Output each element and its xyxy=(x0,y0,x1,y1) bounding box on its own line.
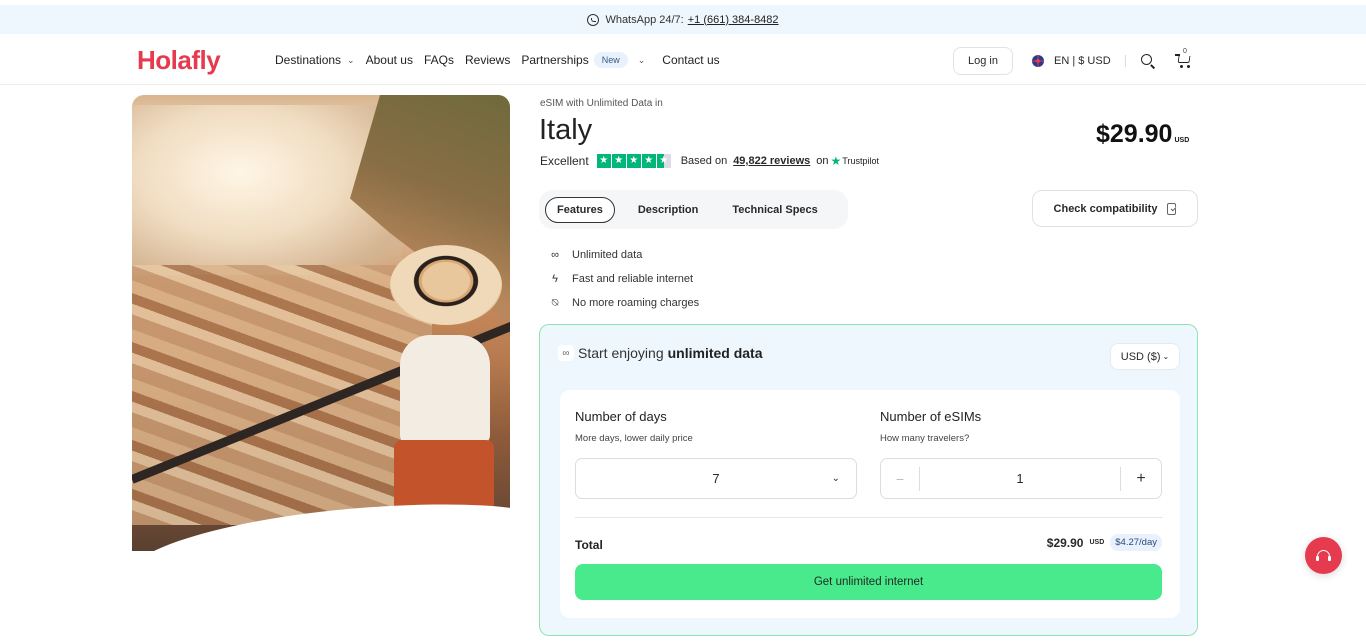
purchase-card: ∞ Start enjoying unlimited data USD ($) … xyxy=(539,324,1198,636)
cart-icon[interactable]: 0 xyxy=(1175,48,1191,68)
heading-prefix: Start enjoying xyxy=(578,345,664,361)
esims-subtitle: How many travelers? xyxy=(880,433,970,444)
product-price: $29.90 USD xyxy=(1096,120,1189,149)
infinity-icon: ∞ xyxy=(558,345,574,361)
days-subtitle: More days, lower daily price xyxy=(575,433,693,444)
main-navigation: Holafly Destinations ⌄ About us FAQs Rev… xyxy=(0,35,1366,85)
feature-label: No more roaming charges xyxy=(572,297,700,309)
whatsapp-phone-link[interactable]: +1 (661) 384-8482 xyxy=(688,14,779,26)
chevron-down-icon: ⌄ xyxy=(637,54,646,65)
nav-item-label: About us xyxy=(365,53,413,67)
decrement-button[interactable]: − xyxy=(881,471,919,487)
nav-item-label: Contact us xyxy=(662,53,720,67)
price-value: $29.90 xyxy=(1096,120,1173,148)
trustpilot-star-icon: ★ xyxy=(830,154,842,168)
nav-item-about-us[interactable]: About us xyxy=(366,53,413,67)
search-icon[interactable] xyxy=(1141,54,1152,65)
product-tabs: Features Description Technical Specs xyxy=(539,190,848,229)
rating-label: Excellent xyxy=(540,154,589,168)
days-title: Number of days xyxy=(575,409,667,424)
holafly-logo[interactable]: Holafly xyxy=(137,45,221,76)
currency-select[interactable]: USD ($) ⌄ xyxy=(1110,343,1180,370)
trustpilot-logo: on ★ Trustpilot xyxy=(816,154,879,168)
total-price: $29.90 USD $4.27/day xyxy=(1047,534,1162,551)
nav-item-reviews[interactable]: Reviews xyxy=(465,53,510,67)
star-icon: ★ xyxy=(611,154,626,168)
nav-item-label: FAQs xyxy=(423,53,454,67)
nav-item-label: Partnerships xyxy=(521,53,589,67)
login-button[interactable]: Log in xyxy=(953,47,1013,75)
feature-item: ⍉ No more roaming charges xyxy=(547,291,699,315)
whatsapp-label: WhatsApp 24/7: xyxy=(605,13,684,26)
nav-menu: Destinations ⌄ About us FAQs Reviews Par… xyxy=(275,35,731,85)
based-on-label: Based on xyxy=(680,155,728,167)
nav-item-label: Reviews xyxy=(464,53,511,67)
phone-check-icon xyxy=(1167,202,1177,215)
nav-item-destinations[interactable]: Destinations ⌄ xyxy=(275,53,355,67)
get-unlimited-internet-button[interactable]: Get unlimited internet xyxy=(575,564,1162,600)
days-select[interactable]: 7 ⌄ xyxy=(575,458,857,499)
feature-label: Fast and reliable internet xyxy=(572,273,694,285)
language-currency-selector[interactable]: EN | $ USD xyxy=(1032,47,1111,75)
check-compatibility-label: Check compatibility xyxy=(1053,202,1158,215)
esims-title: Number of eSIMs xyxy=(880,409,982,424)
total-label: Total xyxy=(575,538,603,552)
no-roaming-icon: ⍉ xyxy=(551,296,559,309)
increment-button[interactable]: + xyxy=(1121,470,1161,488)
product-subtitle: eSIM with Unlimited Data in xyxy=(540,98,663,109)
divider xyxy=(575,517,1163,518)
tab-technical-specs[interactable]: Technical Specs xyxy=(721,198,828,222)
infinity-icon: ∞ xyxy=(551,249,559,261)
announcement-bar: WhatsApp 24/7: +1 (661) 384-8482 xyxy=(0,5,1366,34)
purchase-heading: ∞ Start enjoying unlimited data xyxy=(558,345,763,361)
uk-flag-icon xyxy=(1032,55,1044,67)
star-icon: ★ xyxy=(626,154,641,168)
on-label: on xyxy=(816,155,829,167)
nav-item-label: Destinations xyxy=(275,53,342,67)
trustpilot-rating: Excellent ★ ★ ★ ★ ★ Based on 49,822 revi… xyxy=(540,154,879,168)
total-price-value: $29.90 xyxy=(1046,535,1084,550)
new-badge: New xyxy=(593,52,628,68)
tab-description[interactable]: Description xyxy=(627,198,710,222)
support-chat-button[interactable] xyxy=(1305,537,1342,574)
feature-list: ∞ Unlimited data ϟ Fast and reliable int… xyxy=(547,243,699,315)
chevron-down-icon: ⌄ xyxy=(347,54,355,65)
purchase-form: Number of days More days, lower daily pr… xyxy=(560,390,1180,618)
nav-item-faqs[interactable]: FAQs xyxy=(424,53,454,67)
nav-item-partnerships[interactable]: Partnerships New ⌄ xyxy=(521,52,645,68)
star-icon: ★ xyxy=(596,154,611,168)
currency-select-value: USD ($) xyxy=(1120,350,1161,363)
days-value: 7 xyxy=(712,471,720,486)
esims-quantity-stepper: − 1 + xyxy=(880,458,1162,499)
total-currency: USD xyxy=(1089,539,1105,546)
feature-item: ∞ Unlimited data xyxy=(547,243,699,267)
price-currency: USD xyxy=(1174,137,1190,144)
cart-count: 0 xyxy=(1183,48,1187,55)
tab-features[interactable]: Features xyxy=(545,196,615,223)
lightning-icon: ϟ xyxy=(552,273,558,285)
headset-icon xyxy=(1316,550,1331,561)
nav-item-contact-us[interactable]: Contact us xyxy=(662,53,719,67)
feature-item: ϟ Fast and reliable internet xyxy=(547,267,699,291)
check-compatibility-button[interactable]: Check compatibility xyxy=(1032,190,1198,227)
star-icon: ★ xyxy=(641,154,656,168)
italy-hero-image xyxy=(132,95,510,551)
esims-quantity-value[interactable]: 1 xyxy=(920,471,1120,486)
heading-bold: unlimited data xyxy=(667,345,763,361)
nav-divider xyxy=(1125,55,1126,67)
language-currency-label: EN | $ USD xyxy=(1054,55,1111,67)
reviews-link[interactable]: 49,822 reviews xyxy=(733,155,810,167)
rating-stars: ★ ★ ★ ★ ★ xyxy=(596,154,671,168)
trustpilot-label: Trustpilot xyxy=(842,156,879,166)
feature-label: Unlimited data xyxy=(572,249,643,261)
whatsapp-icon xyxy=(587,13,600,26)
chevron-down-icon: ⌄ xyxy=(831,473,840,484)
page-title: Italy xyxy=(539,114,593,146)
half-star-icon: ★ xyxy=(656,154,671,168)
per-day-badge: $4.27/day xyxy=(1110,534,1162,551)
chevron-down-icon: ⌄ xyxy=(1162,352,1170,361)
